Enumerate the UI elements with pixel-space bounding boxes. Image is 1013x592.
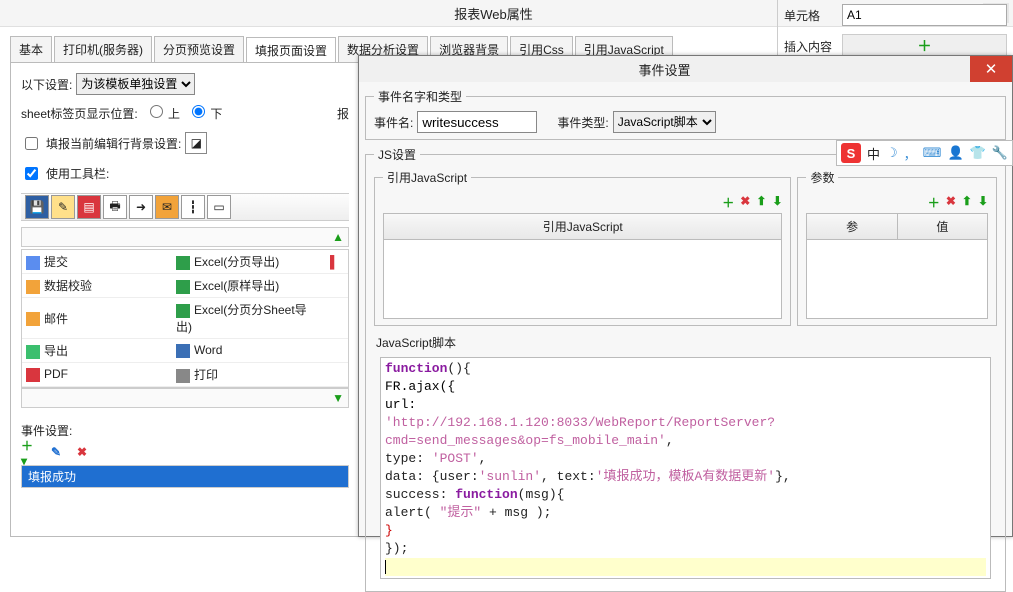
event-tools: ＋▾ ✎ ✖ <box>21 443 349 461</box>
event-name-input[interactable] <box>417 111 537 133</box>
ime-toolbar[interactable]: S 中 ☽ ， ⌨ 👤 👕 🔧 <box>836 140 1013 166</box>
toolbar-save-icon[interactable]: 💾 <box>25 195 49 219</box>
toolbar-blank-icon[interactable]: ▭ <box>207 195 231 219</box>
ime-keyboard-icon[interactable]: ⌨ <box>923 145 942 161</box>
list-item[interactable]: 导出Word <box>22 339 348 363</box>
list-item[interactable]: PDF打印 <box>22 363 348 387</box>
js-settings-fieldset: JS设置 引用JavaScript ＋ ✖ ⬆ ⬇ 引用JavaScript 参… <box>365 146 1006 592</box>
sheet-pos-label: sheet标签页显示位置: <box>21 105 138 122</box>
ime-logo-icon: S <box>841 143 861 163</box>
insert-content-label: 插入内容 <box>784 38 836 55</box>
script-label: JavaScript脚本 <box>376 334 997 351</box>
ref-js-fieldset: 引用JavaScript ＋ ✖ ⬆ ⬇ 引用JavaScript <box>374 169 791 326</box>
event-dialog-title: 事件设置 <box>359 60 970 79</box>
ime-person-icon[interactable]: 👤 <box>947 145 963 161</box>
script-editor[interactable]: function(){ FR.ajax({ url: 'http://192.1… <box>380 357 991 579</box>
ime-moon-icon[interactable]: ☽ <box>886 145 898 161</box>
tab-basic[interactable]: 基本 <box>10 36 52 62</box>
sheet-pos-down[interactable]: 下 <box>184 105 222 122</box>
event-type-label: 事件类型: <box>557 114 608 131</box>
event-item[interactable]: 填报成功 <box>22 466 348 487</box>
below-settings-combo[interactable]: 为该模板单独设置 <box>76 73 195 95</box>
ime-comma-icon[interactable]: ， <box>904 144 917 163</box>
list-item[interactable]: 提交Excel(分页导出)▌ <box>22 250 348 274</box>
export-title-cut: 报 <box>337 105 349 122</box>
move-down-icon[interactable]: ▼ <box>332 391 344 405</box>
use-toolbar-checkbox[interactable] <box>25 167 38 180</box>
ref-js-header: 引用JavaScript <box>383 213 782 240</box>
param-down-icon[interactable]: ⬇ <box>978 194 988 211</box>
toolbar-preview: 💾 ✎ ▤ 🖶 ➜ ✉ ┇ ▭ <box>21 193 349 221</box>
ime-shirt-icon[interactable]: 👕 <box>970 145 986 161</box>
event-settings-dialog: 事件设置 ✕ 事件名字和类型 事件名: 事件类型: JavaScript脚本 J… <box>358 55 1013 537</box>
refjs-up-icon[interactable]: ⬆ <box>756 194 766 211</box>
plus-icon: ＋ <box>918 36 932 56</box>
list-item[interactable]: 数据校验Excel(原样导出) <box>22 274 348 298</box>
event-name-type-legend: 事件名字和类型 <box>374 88 466 105</box>
text-caret <box>385 560 386 574</box>
toolbar-mail-icon[interactable]: ✉ <box>155 195 179 219</box>
cell-label: 单元格 <box>784 7 836 24</box>
refjs-add-icon[interactable]: ＋ <box>722 194 734 211</box>
event-dialog-titlebar: 事件设置 ✕ <box>359 56 1012 82</box>
tab-printer[interactable]: 打印机(服务器) <box>54 36 152 62</box>
ref-js-legend: 引用JavaScript <box>383 169 471 186</box>
param-legend: 参数 <box>806 169 838 186</box>
toolbar-export-icon[interactable]: ➜ <box>129 195 153 219</box>
event-name-type-fieldset: 事件名字和类型 事件名: 事件类型: JavaScript脚本 <box>365 88 1006 140</box>
fill-bg-checkbox[interactable] <box>25 137 38 150</box>
event-type-combo[interactable]: JavaScript脚本 <box>613 111 716 133</box>
ime-wrench-icon[interactable]: 🔧 <box>992 145 1008 161</box>
use-toolbar-label: 使用工具栏: <box>46 165 109 182</box>
param-del-icon[interactable]: ✖ <box>946 194 956 211</box>
param-col-value: 值 <box>898 213 988 240</box>
action-list: 提交Excel(分页导出)▌ 数据校验Excel(原样导出) 邮件Excel(分… <box>21 249 349 388</box>
toolbar-edit-icon[interactable]: ✎ <box>51 195 75 219</box>
fill-bg-label: 填报当前编辑行背景设置: <box>46 135 181 152</box>
cell-panel: 单元格 插入内容 ＋ <box>777 0 1013 61</box>
toolbar-ruler-icon[interactable]: ┇ <box>181 195 205 219</box>
refjs-del-icon[interactable]: ✖ <box>740 194 750 211</box>
list-item[interactable]: 邮件Excel(分页分Sheet导出) <box>22 298 348 339</box>
event-list: 填报成功 <box>21 465 349 488</box>
action-move-strip-2: ▼ <box>21 388 349 408</box>
ime-lang-label[interactable]: 中 <box>867 144 880 163</box>
event-dialog-close-icon[interactable]: ✕ <box>970 56 1012 82</box>
param-up-icon[interactable]: ⬆ <box>962 194 972 211</box>
tab-page-preview[interactable]: 分页预览设置 <box>154 36 244 62</box>
refjs-down-icon[interactable]: ⬇ <box>772 194 782 211</box>
action-move-strip: ▲ <box>21 227 349 247</box>
event-section-label: 事件设置: <box>21 422 349 439</box>
move-up-icon[interactable]: ▲ <box>332 230 344 244</box>
param-col-name: 参 <box>806 213 897 240</box>
ref-js-grid[interactable] <box>383 240 782 319</box>
param-fieldset: 参数 ＋ ✖ ⬆ ⬇ 参 值 <box>797 169 997 326</box>
cell-input[interactable] <box>842 4 1007 26</box>
event-add-button[interactable]: ＋▾ <box>21 443 39 461</box>
tab-fill-page[interactable]: 填报页面设置 <box>246 37 336 63</box>
fill-bg-picker-button[interactable]: ◪ <box>185 132 207 154</box>
toolbar-pdf-icon[interactable]: ▤ <box>77 195 101 219</box>
event-name-label: 事件名: <box>374 114 413 131</box>
below-settings-label: 以下设置: <box>21 76 72 93</box>
js-settings-legend: JS设置 <box>374 146 420 163</box>
fill-page-panel: 以下设置: 为该模板单独设置 sheet标签页显示位置: 上 下 报 填报当前编… <box>10 62 360 537</box>
toolbar-print-icon[interactable]: 🖶 <box>103 195 127 219</box>
event-edit-button[interactable]: ✎ <box>47 443 65 461</box>
sheet-pos-up[interactable]: 上 <box>142 105 180 122</box>
event-delete-button[interactable]: ✖ <box>73 443 91 461</box>
param-grid[interactable] <box>806 240 988 319</box>
param-add-icon[interactable]: ＋ <box>928 194 940 211</box>
